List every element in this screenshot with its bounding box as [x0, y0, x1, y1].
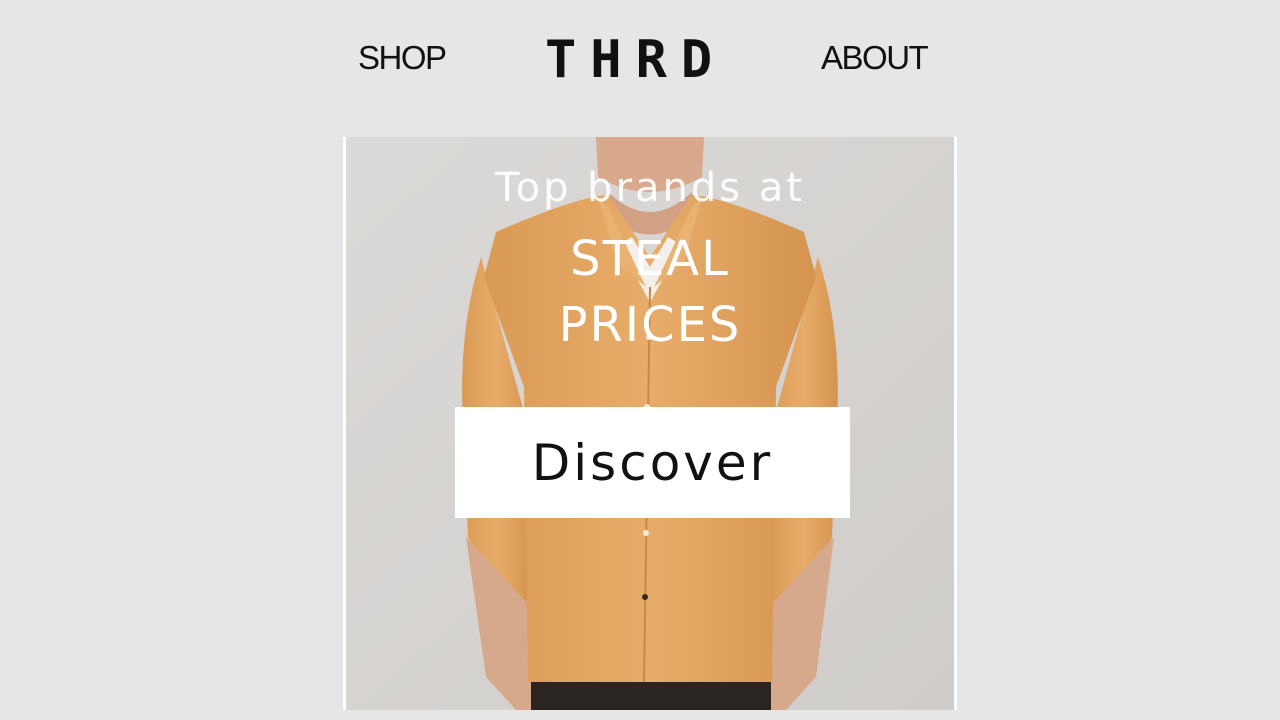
hero-headline-steal: STEAL: [570, 231, 730, 287]
discover-button[interactable]: Discover: [455, 407, 850, 518]
hero-headline-prices: PRICES: [558, 297, 742, 353]
hero-tagline: Top brands at: [494, 165, 806, 211]
brand-logo[interactable]: THRD: [545, 32, 735, 88]
nav-shop-link[interactable]: SHOP: [358, 38, 447, 78]
nav-about-link[interactable]: ABOUT: [821, 38, 929, 78]
hero-banner: Top brands at STEAL PRICES Discover: [343, 137, 957, 710]
